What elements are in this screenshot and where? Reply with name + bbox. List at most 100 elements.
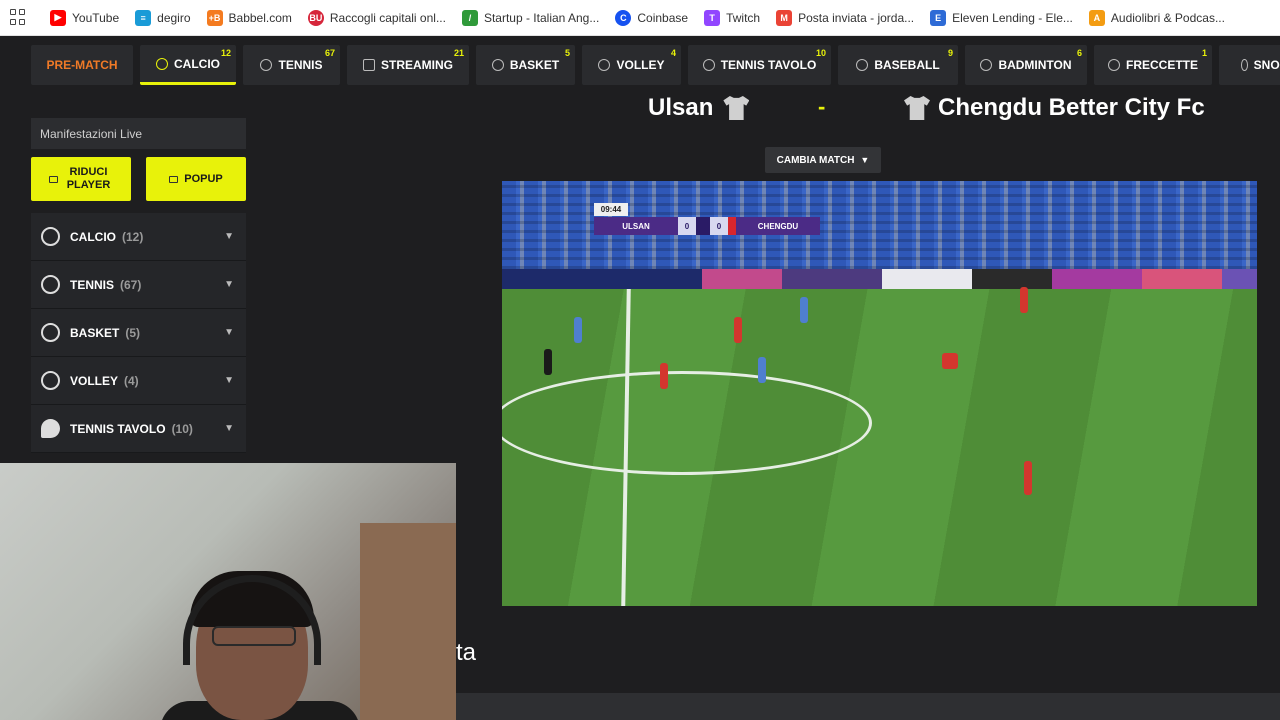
degiro-icon: ≡ bbox=[135, 9, 152, 26]
tab-tennis[interactable]: TENNIS 67 bbox=[243, 45, 340, 85]
tab-badminton[interactable]: BADMINTON 6 bbox=[965, 45, 1087, 85]
bookmark-audiolibri[interactable]: A Audiolibri & Podcas... bbox=[1088, 9, 1225, 26]
player-buttons: RIDUCI PLAYER POPUP bbox=[31, 157, 246, 201]
scorebug-away: CHENGDU bbox=[736, 217, 820, 235]
popup-button[interactable]: POPUP bbox=[146, 157, 246, 201]
tab-tennis-tavolo[interactable]: TENNIS TAVOLO 10 bbox=[688, 45, 831, 85]
tab-count: 9 bbox=[947, 48, 953, 58]
away-team: Chengdu Better City Fc bbox=[904, 94, 1205, 122]
scorebug-home-score: 0 bbox=[678, 217, 696, 235]
tab-snooker[interactable]: SNOO bbox=[1219, 45, 1280, 85]
audiolibri-icon: A bbox=[1088, 9, 1105, 26]
reduce-player-button[interactable]: RIDUCI PLAYER bbox=[31, 157, 131, 201]
tab-baseball[interactable]: BASEBALL 9 bbox=[838, 45, 958, 85]
tab-freccette[interactable]: FRECCETTE 1 bbox=[1094, 45, 1212, 85]
sport-nav: PRE-MATCH CALCIO 12 TENNIS 67 STREAMING 21 … bbox=[31, 45, 1280, 85]
ping-pong-icon bbox=[41, 419, 60, 438]
overlay-text: ta bbox=[456, 639, 477, 666]
tab-calcio[interactable]: CALCIO 12 bbox=[140, 45, 236, 85]
sidebar-item-tennis-tavolo[interactable]: TENNIS TAVOLO (10) ▼ bbox=[31, 405, 246, 453]
bookmark-babbel[interactable]: +B Babbel.com bbox=[206, 9, 292, 26]
player bbox=[734, 317, 742, 343]
bookmark-raccogli-capitali[interactable]: BU Raccogli capitali onl... bbox=[307, 9, 446, 26]
video-player[interactable]: 09:44 ULSAN 0 0 CHENGDU bbox=[502, 181, 1257, 606]
youtube-icon: ▶ bbox=[50, 9, 66, 26]
scorebug-color-tag bbox=[728, 217, 736, 235]
ping-pong-icon bbox=[702, 59, 715, 71]
bookmark-startup-italian[interactable]: / Startup - Italian Ang... bbox=[461, 9, 599, 26]
sidebar-item-tennis[interactable]: TENNIS (67) ▼ bbox=[31, 261, 246, 309]
tv-icon bbox=[363, 59, 375, 71]
italian-angels-icon: / bbox=[461, 9, 478, 26]
volleyball-icon bbox=[598, 59, 611, 71]
soccer-ball-icon bbox=[156, 57, 168, 70]
sidebar: Manifestazioni Live RIDUCI PLAYER POPUP … bbox=[31, 118, 246, 453]
change-match-button[interactable]: CAMBIA MATCH ▼ bbox=[765, 147, 881, 173]
tab-streaming[interactable]: STREAMING 21 bbox=[347, 45, 469, 85]
popup-icon bbox=[169, 175, 179, 183]
chevron-down-icon: ▼ bbox=[224, 231, 234, 242]
bottom-strip bbox=[456, 693, 1280, 720]
bookmark-youtube[interactable]: ▶ YouTube bbox=[50, 9, 119, 26]
coinbase-icon: C bbox=[615, 9, 632, 26]
tennis-ball-icon bbox=[260, 59, 273, 71]
snooker-icon bbox=[1241, 59, 1248, 71]
bookmark-coinbase[interactable]: C Coinbase bbox=[615, 9, 688, 26]
bookmarks-bar: ▶ YouTube ≡ degiro +B Babbel.com BU Raccogli… bbox=[0, 0, 1280, 36]
tab-count: 67 bbox=[324, 48, 335, 58]
sidebar-item-volley[interactable]: VOLLEY (4) ▼ bbox=[31, 357, 246, 405]
tab-pre-match[interactable]: PRE-MATCH bbox=[31, 45, 133, 85]
chevron-down-icon: ▼ bbox=[224, 279, 234, 290]
soccer-ball-icon bbox=[41, 227, 60, 246]
player bbox=[660, 363, 668, 389]
sidebar-header: Manifestazioni Live bbox=[31, 118, 246, 149]
sidebar-item-calcio[interactable]: CALCIO (12) ▼ bbox=[31, 213, 246, 261]
tab-volley[interactable]: VOLLEY 4 bbox=[582, 45, 681, 85]
bookmark-twitch[interactable]: T Twitch bbox=[704, 9, 760, 26]
chevron-down-icon: ▼ bbox=[224, 375, 234, 386]
webcam-overlay bbox=[0, 463, 456, 720]
apps-grid-icon[interactable] bbox=[10, 8, 28, 27]
twitch-icon: T bbox=[704, 9, 721, 26]
basketball-icon bbox=[491, 59, 504, 71]
minimize-icon bbox=[48, 175, 58, 183]
gmail-icon: M bbox=[776, 9, 793, 26]
advertising-boards bbox=[502, 269, 1257, 289]
player bbox=[800, 297, 808, 323]
score-bug: ULSAN 0 0 CHENGDU bbox=[594, 217, 820, 235]
bookmark-eleven-lending[interactable]: E Eleven Lending - Ele... bbox=[930, 9, 1073, 26]
match-clock: 09:44 bbox=[594, 203, 628, 216]
tab-count: 10 bbox=[815, 48, 826, 58]
babbel-icon: +B bbox=[206, 9, 223, 26]
bookmark-degiro[interactable]: ≡ degiro bbox=[135, 9, 191, 26]
tab-count: 1 bbox=[1201, 48, 1207, 58]
eleven-lending-icon: E bbox=[930, 9, 947, 26]
sidebar-item-basket[interactable]: BASKET (5) ▼ bbox=[31, 309, 246, 357]
tab-count: 4 bbox=[670, 48, 676, 58]
player bbox=[1024, 461, 1032, 495]
scorebug-away-score: 0 bbox=[710, 217, 728, 235]
home-team: Ulsan bbox=[648, 94, 750, 122]
player bbox=[1020, 287, 1028, 313]
player bbox=[942, 353, 958, 369]
player bbox=[574, 317, 582, 343]
referee bbox=[544, 349, 552, 375]
baseball-icon bbox=[856, 59, 869, 71]
center-circle bbox=[502, 371, 872, 475]
tab-count: 12 bbox=[220, 48, 231, 58]
tennis-ball-icon bbox=[41, 275, 60, 294]
trophy-icon bbox=[696, 217, 710, 235]
tab-basket[interactable]: BASKET 5 bbox=[476, 45, 575, 85]
glasses bbox=[212, 626, 296, 646]
background-wall bbox=[360, 523, 456, 720]
shirt-icon bbox=[723, 96, 750, 120]
tab-count: 5 bbox=[564, 48, 570, 58]
score-separator: - bbox=[818, 94, 826, 119]
scorebug-home: ULSAN bbox=[594, 217, 678, 235]
bookmark-gmail[interactable]: M Posta inviata - jorda... bbox=[776, 9, 914, 26]
basketball-icon bbox=[41, 323, 60, 342]
volleyball-icon bbox=[41, 371, 60, 390]
player bbox=[758, 357, 766, 383]
chevron-down-icon: ▼ bbox=[224, 423, 234, 434]
chevron-down-icon: ▼ bbox=[860, 155, 870, 165]
